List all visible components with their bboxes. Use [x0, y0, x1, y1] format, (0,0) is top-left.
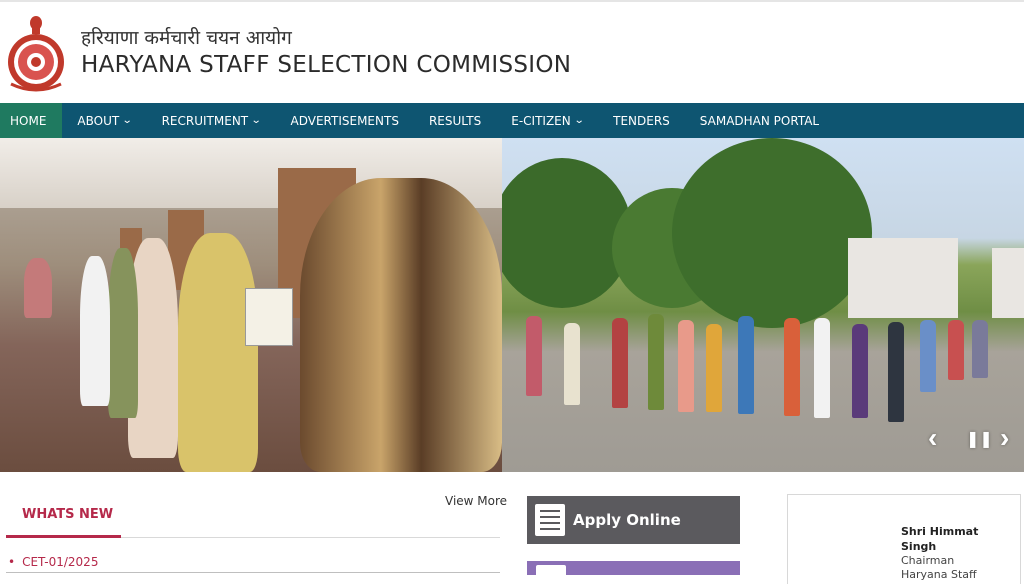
- nav-item-label: RESULTS: [428, 113, 482, 128]
- nav-item-label: ADVERTISEMENTS: [290, 113, 399, 128]
- admit-card-document: [245, 288, 293, 346]
- slide-image-candidate-queue: ‹ ❚❚ ›: [502, 138, 1024, 472]
- queue-person: [972, 320, 988, 378]
- photographer-figure: [300, 178, 502, 472]
- queue-person: [852, 324, 868, 418]
- queue-person: [706, 324, 722, 412]
- nav-item-about[interactable]: ABOUT ⌄: [62, 103, 146, 138]
- queue-person: [678, 320, 694, 412]
- queue-person: [888, 322, 904, 422]
- chairman-name: Shri Himmat Singh: [901, 525, 979, 553]
- nav-item-home[interactable]: HOME: [0, 103, 63, 138]
- candidate-figure: [24, 258, 52, 318]
- site-header: हरियाणा कर्मचारी चयन आयोग HARYANA STAFF …: [0, 2, 1024, 103]
- nav-item-e-citizen[interactable]: E-CITIZEN ⌄: [496, 103, 598, 138]
- slider-next-icon[interactable]: ›: [1000, 424, 1009, 452]
- queue-person: [526, 316, 542, 396]
- nav-item-samadhan-portal[interactable]: SAMADHAN PORTAL: [685, 103, 834, 138]
- site-title-english: HARYANA STAFF SELECTION COMMISSION: [81, 52, 572, 78]
- chairman-role: Chairman: [901, 554, 955, 567]
- queue-person: [648, 314, 664, 410]
- slider-prev-icon[interactable]: ‹: [928, 424, 937, 452]
- nav-item-recruitment[interactable]: RECRUITMENT ⌄: [147, 103, 276, 138]
- tree: [502, 158, 632, 308]
- queue-person: [612, 318, 628, 408]
- view-more-link[interactable]: View More: [445, 494, 507, 508]
- nav-item-label: RECRUITMENT: [161, 113, 249, 128]
- nav-item-tenders[interactable]: TENDERS: [598, 103, 685, 138]
- slide-image-verification-hall: [0, 138, 502, 472]
- chairman-card: Shri Himmat Singh Chairman Haryana Staff: [787, 494, 1021, 584]
- nav-item-label: TENDERS: [613, 113, 670, 128]
- building: [848, 238, 958, 318]
- hero-slider: ‹ ❚❚ ›: [0, 138, 1024, 472]
- chevron-down-icon: ⌄: [121, 115, 133, 126]
- chevron-down-icon: ⌄: [250, 115, 262, 126]
- application-form-icon: [535, 504, 565, 536]
- quick-link-icon: [536, 565, 566, 575]
- slider-pause-icon[interactable]: ❚❚: [966, 432, 993, 448]
- queue-person: [784, 318, 800, 416]
- haryana-emblem-icon[interactable]: [5, 14, 67, 92]
- queue-person: [920, 320, 936, 392]
- bullet-icon: •: [8, 555, 16, 569]
- candidate-figure: [80, 256, 110, 406]
- nav-item-label: HOME: [10, 113, 47, 128]
- candidate-figure: [108, 248, 138, 418]
- nav-item-label: SAMADHAN PORTAL: [699, 113, 820, 128]
- nav-item-label: E-CITIZEN: [511, 113, 571, 128]
- chevron-down-icon: ⌄: [573, 115, 585, 126]
- whats-new-underline: [6, 535, 121, 538]
- nav-item-label: ABOUT: [77, 113, 120, 128]
- whats-new-title: WHATS NEW: [22, 507, 114, 522]
- nav-item-results[interactable]: RESULTS: [414, 103, 496, 138]
- whats-new-item-label: CET-01/2025: [22, 555, 99, 569]
- whats-new-item[interactable]: • CET-01/2025: [8, 555, 98, 569]
- main-navigation: HOME ABOUT ⌄ RECRUITMENT ⌄ ADVERTISEMENTS …: [0, 103, 1024, 138]
- apply-online-button[interactable]: Apply Online: [527, 496, 740, 544]
- apply-online-label: Apply Online: [573, 511, 681, 529]
- queue-person: [814, 318, 830, 418]
- nav-item-advertisements[interactable]: ADVERTISEMENTS: [276, 103, 414, 138]
- building: [992, 248, 1024, 318]
- queue-person: [564, 323, 580, 405]
- tree: [672, 138, 872, 328]
- whats-new-item-divider: [6, 572, 500, 573]
- site-title-hindi: हरियाणा कर्मचारी चयन आयोग: [81, 27, 292, 49]
- quick-link-button[interactable]: [527, 561, 740, 575]
- candidate-figure: [178, 233, 258, 472]
- queue-person: [738, 316, 754, 414]
- queue-person: [948, 320, 964, 380]
